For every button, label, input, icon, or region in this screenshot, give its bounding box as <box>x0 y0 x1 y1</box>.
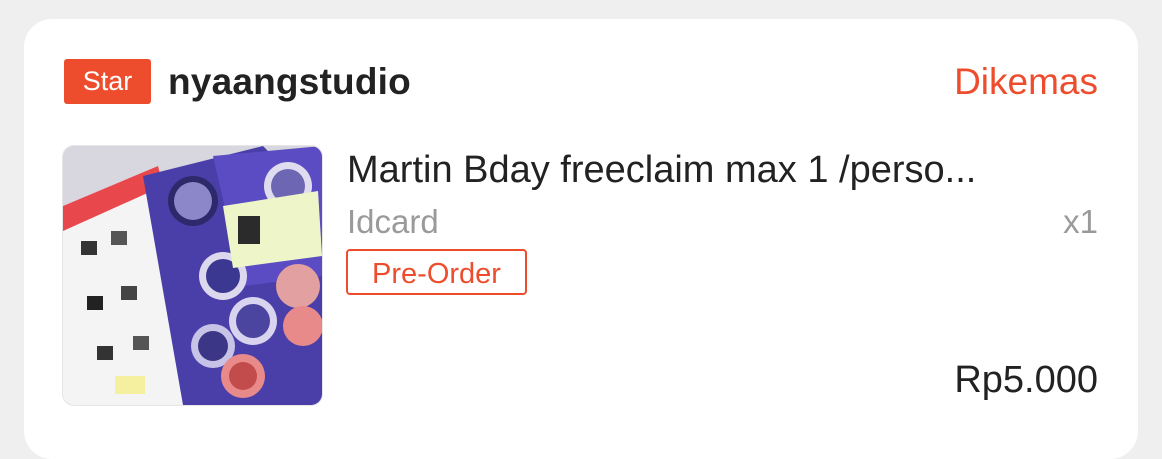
product-photo-icon <box>63 146 322 405</box>
order-card[interactable]: Star nyaangstudio Dikemas Martin Bday fr… <box>24 19 1138 459</box>
product-price: Rp5.000 <box>954 359 1098 401</box>
product-variant: Idcard <box>347 203 439 240</box>
product-title[interactable]: Martin Bday freeclaim max 1 /perso... <box>347 147 1099 193</box>
order-header: Star nyaangstudio Dikemas <box>64 59 1098 105</box>
order-status: Dikemas <box>954 61 1098 102</box>
preorder-tag: Pre-Order <box>346 249 527 295</box>
star-seller-badge: Star <box>64 59 151 104</box>
product-quantity: x1 <box>1063 203 1098 240</box>
shop-name[interactable]: nyaangstudio <box>168 59 411 104</box>
product-image[interactable] <box>62 145 323 406</box>
